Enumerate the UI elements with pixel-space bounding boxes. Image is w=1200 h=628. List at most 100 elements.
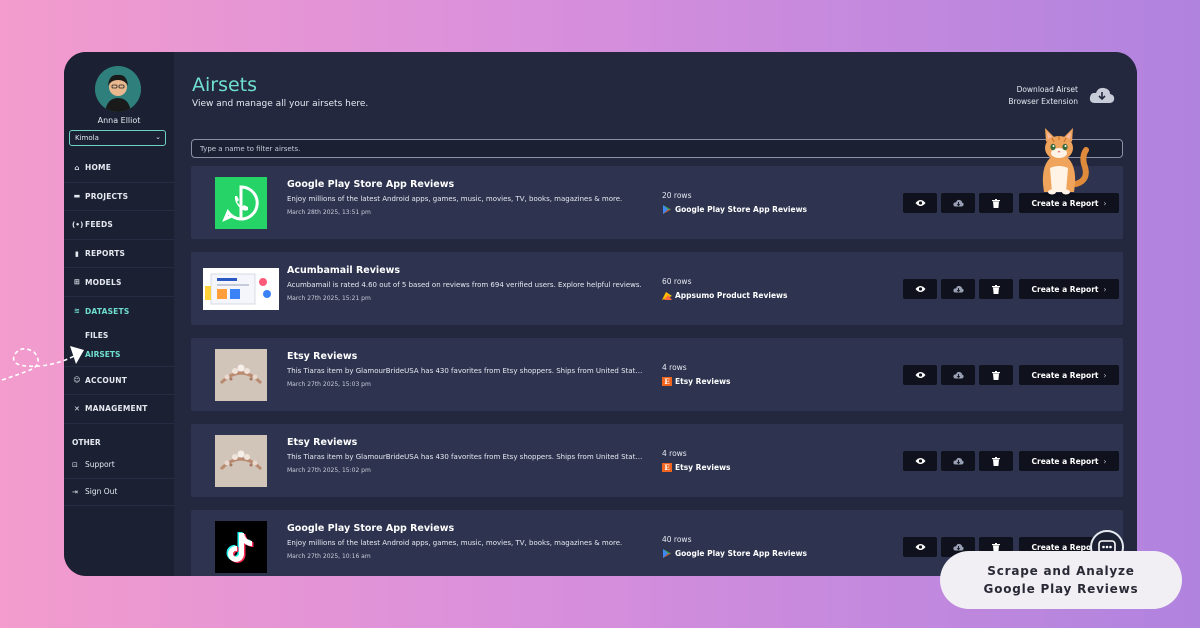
airset-card: Acumbamail Reviews Acumbamail is rated 4.… <box>191 252 1123 325</box>
sidebar-item-home[interactable]: ⌂ HOME <box>64 154 174 183</box>
airset-title[interactable]: Acumbamail Reviews <box>287 265 400 276</box>
airset-row-count: 40 rows <box>662 535 692 544</box>
delete-button[interactable] <box>979 451 1013 471</box>
airset-actions: Create a Report › <box>903 365 1119 385</box>
airset-thumbnail <box>203 261 279 316</box>
airset-card: Google Play Store App Reviews Enjoy milli… <box>191 166 1123 239</box>
sidebar-item-projects[interactable]: ▬ PROJECTS <box>64 183 174 212</box>
view-button[interactable] <box>903 365 937 385</box>
sidebar-item-feeds[interactable]: (•) FEEDS <box>64 211 174 240</box>
page-title: Airsets <box>192 74 258 96</box>
chevron-right-icon: › <box>1103 198 1107 208</box>
avatar[interactable] <box>95 66 141 112</box>
eye-icon <box>915 372 925 378</box>
sidebar-item-label: HOME <box>85 163 112 173</box>
airset-description: Enjoy millions of the latest Android app… <box>287 539 623 547</box>
create-report-button[interactable]: Create a Report › <box>1019 279 1119 299</box>
airset-source-label: Appsumo Product Reviews <box>675 291 788 300</box>
etsy-icon: E <box>662 377 672 386</box>
cloud-download-icon <box>952 199 964 207</box>
chevron-right-icon: › <box>1103 370 1107 380</box>
airset-source-label: Etsy Reviews <box>675 463 731 472</box>
airset-actions: Create a Report › <box>903 279 1119 299</box>
airset-source: E Etsy Reviews <box>662 463 730 472</box>
airset-source: Google Play Store App Reviews <box>662 549 807 558</box>
sidebar-item-sign-out[interactable]: ⇥ Sign Out <box>64 479 174 506</box>
airset-date: March 27th 2025, 15:02 pm <box>287 467 371 474</box>
chevron-down-icon: ⌄ <box>155 133 161 141</box>
sidebar-item-label: DATASETS <box>85 306 130 316</box>
page-subtitle: View and manage all your airsets here. <box>192 99 369 109</box>
airset-description: Acumbamail is rated 4.60 out of 5 based … <box>287 281 642 289</box>
airset-title[interactable]: Google Play Store App Reviews <box>287 179 454 190</box>
airset-source: Appsumo Product Reviews <box>662 291 787 300</box>
view-button[interactable] <box>903 279 937 299</box>
chevron-right-icon: › <box>1103 456 1107 466</box>
download-button[interactable] <box>941 365 975 385</box>
sign-out-icon: ⇥ <box>72 487 78 496</box>
create-report-label: Create a Report <box>1031 284 1099 294</box>
sidebar-item-label: MANAGEMENT <box>85 404 148 414</box>
create-report-button[interactable]: Create a Report › <box>1019 365 1119 385</box>
create-report-button[interactable]: Create a Report › <box>1019 451 1119 471</box>
other-heading: OTHER <box>72 437 101 447</box>
delete-button[interactable] <box>979 365 1013 385</box>
view-button[interactable] <box>903 451 937 471</box>
download-button[interactable] <box>941 451 975 471</box>
trash-icon <box>992 198 1000 208</box>
etsy-icon: E <box>662 463 672 472</box>
airset-source: E Etsy Reviews <box>662 377 730 386</box>
airset-date: March 27th 2025, 10:16 am <box>287 553 371 560</box>
folder-icon: ▬ <box>73 192 81 201</box>
download-extension-link[interactable]: Download Airset Browser Extension <box>1008 84 1078 108</box>
org-select[interactable]: Kimola ⌄ <box>69 130 166 146</box>
view-button[interactable] <box>903 193 937 213</box>
airset-thumbnail <box>203 433 279 488</box>
home-icon: ⌂ <box>74 163 80 172</box>
airset-thumbnail <box>203 347 279 402</box>
view-button[interactable] <box>903 537 937 557</box>
layers-icon: ≋ <box>73 307 81 316</box>
airset-card: Etsy Reviews This Tiaras item by GlamourB… <box>191 424 1123 497</box>
tools-icon: ✕ <box>73 404 81 413</box>
promo-line2: Google Play Reviews <box>983 582 1139 596</box>
download-button[interactable] <box>941 193 975 213</box>
cloud-download-icon <box>952 285 964 293</box>
google-play-icon <box>662 205 672 214</box>
airset-actions: Create a Report › <box>903 451 1119 471</box>
trash-icon <box>992 456 1000 466</box>
airset-source-label: Google Play Store App Reviews <box>675 205 807 214</box>
airset-description: This Tiaras item by GlamourBrideUSA has … <box>287 367 643 375</box>
airset-thumbnail <box>203 175 279 230</box>
cloud-download-icon <box>952 543 964 551</box>
sidebar-item-datasets[interactable]: ≋ DATASETS <box>64 297 174 326</box>
airset-description: This Tiaras item by GlamourBrideUSA has … <box>287 453 643 461</box>
dashed-arrow-decoration <box>1 346 84 381</box>
sidebar-item-support[interactable]: ⊡ Support <box>64 452 174 479</box>
download-button[interactable] <box>941 279 975 299</box>
sidebar-item-label: PROJECTS <box>85 191 129 201</box>
delete-button[interactable] <box>979 193 1013 213</box>
sidebar-nav: ⌂ HOME ▬ PROJECTS (•) FEEDS ▮ REPORTS ⊞ … <box>64 154 174 506</box>
sidebar-subitem-label: FILES <box>85 330 109 340</box>
airset-row-count: 4 rows <box>662 449 687 458</box>
sidebar-item-management[interactable]: ✕ MANAGEMENT <box>64 395 174 424</box>
airset-date: March 28th 2025, 13:51 pm <box>287 209 371 216</box>
airset-title[interactable]: Etsy Reviews <box>287 351 357 362</box>
sidebar-item-label: Sign Out <box>85 487 118 497</box>
airset-date: March 27th 2025, 15:21 pm <box>287 295 371 302</box>
eye-icon <box>915 544 925 550</box>
sidebar-item-models[interactable]: ⊞ MODELS <box>64 268 174 297</box>
sidebar-item-label: REPORTS <box>85 249 126 259</box>
user-name: Anna Elliot <box>97 116 141 125</box>
trash-icon <box>992 284 1000 294</box>
airset-title[interactable]: Google Play Store App Reviews <box>287 523 454 534</box>
app-window: Anna Elliot Kimola ⌄ ⌂ HOME ▬ PROJECTS (… <box>64 52 1137 576</box>
cloud-download-icon <box>952 457 964 465</box>
sidebar-item-reports[interactable]: ▮ REPORTS <box>64 240 174 269</box>
airset-description: Enjoy millions of the latest Android app… <box>287 195 623 203</box>
filter-input[interactable] <box>191 139 1123 158</box>
airset-title[interactable]: Etsy Reviews <box>287 437 357 448</box>
cloud-download-icon[interactable] <box>1089 85 1115 105</box>
delete-button[interactable] <box>979 279 1013 299</box>
